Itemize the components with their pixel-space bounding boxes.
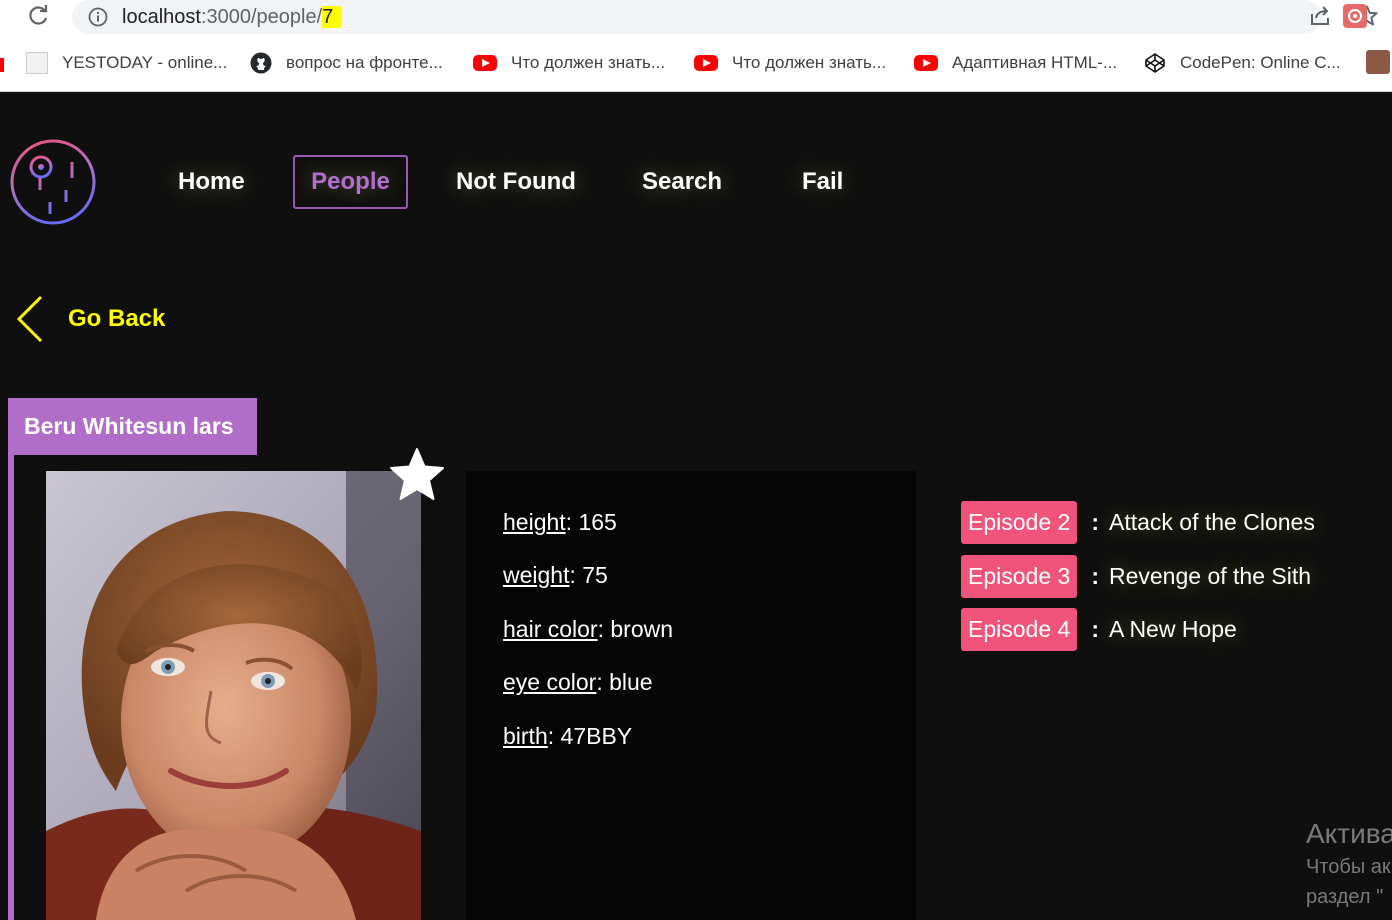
go-back-label: Go Back — [68, 305, 166, 332]
bookmark-label: CodePen: Online C... — [1180, 53, 1341, 72]
detail-value: : blue — [596, 669, 653, 695]
info-icon[interactable] — [88, 7, 108, 27]
detail-row: birth: 47BBY — [503, 723, 632, 750]
nav-not-found[interactable]: Not Found — [438, 155, 594, 209]
nav-search[interactable]: Search — [624, 155, 740, 209]
episode-badge: Episode 2 — [961, 501, 1078, 544]
bookmark-label: вопрос на фронте... — [286, 53, 443, 72]
os-activation-watermark-title: Актива — [1306, 818, 1392, 849]
bookmark-item[interactable]: Адаптивная HTML-... — [914, 50, 1117, 76]
share-icon[interactable] — [1308, 4, 1332, 28]
detail-key: hair color — [503, 616, 598, 642]
os-activation-watermark-line: Чтобы ак — [1306, 856, 1391, 878]
profile-avatar[interactable] — [1366, 50, 1390, 74]
url-highlight: 7 — [322, 6, 342, 28]
detail-key: weight — [503, 562, 570, 588]
episode-item[interactable]: Episode 4 : A New Hope — [961, 608, 1237, 651]
detail-value: : brown — [597, 616, 674, 642]
detail-row: hair color: brown — [503, 616, 673, 643]
episode-separator: : — [1091, 616, 1099, 642]
death-star-logo-icon[interactable] — [10, 138, 98, 226]
detail-key: height — [503, 509, 566, 535]
app-root: Home People Not Found Search Fail Go Bac… — [0, 92, 1392, 920]
bookmarks-bar: YESTODAY - online... вопрос на фронте...… — [0, 46, 1392, 80]
bookmark-item[interactable]: Что должен знать... — [694, 50, 886, 76]
detail-row: eye color: blue — [503, 669, 653, 696]
reload-icon[interactable] — [26, 4, 50, 28]
youtube-icon — [473, 55, 497, 71]
bookmark-label: YESTODAY - online... — [62, 53, 228, 72]
detail-row: height: 165 — [503, 509, 617, 536]
url-text[interactable]: localhost:3000/people/7 — [122, 6, 342, 29]
bookmark-label: Адаптивная HTML-... — [952, 53, 1118, 72]
episode-item[interactable]: Episode 3 : Revenge of the Sith — [961, 555, 1311, 598]
bookmark-item[interactable]: вопрос на фронте... — [250, 50, 443, 76]
page-icon — [26, 52, 48, 74]
nav-fail[interactable]: Fail — [784, 155, 861, 209]
bookmark-label: Что должен знать... — [732, 53, 887, 72]
url-path: :3000/people/ — [200, 6, 323, 28]
address-bar[interactable]: localhost:3000/people/7 — [72, 0, 1378, 34]
youtube-icon — [914, 55, 938, 71]
episode-title: A New Hope — [1108, 616, 1237, 642]
bookmark-label: Что должен знать... — [511, 53, 666, 72]
bookmark-item[interactable]: YESTODAY - online... — [26, 50, 227, 76]
detail-value: : 75 — [569, 562, 608, 588]
episode-badge: Episode 3 — [961, 555, 1078, 598]
detail-row: weight: 75 — [503, 562, 608, 589]
browser-chrome: localhost:3000/people/7 YESTODAY - onlin… — [0, 0, 1392, 92]
codepen-icon — [1145, 53, 1165, 73]
github-icon — [250, 52, 272, 74]
url-host: localhost — [122, 6, 201, 28]
bookmark-item[interactable]: CodePen: Online C... — [1144, 50, 1341, 76]
go-back-link[interactable]: Go Back — [16, 295, 165, 343]
nav-people[interactable]: People — [293, 155, 408, 209]
extension-icon[interactable] — [1342, 3, 1368, 29]
detail-value: : 165 — [565, 509, 617, 535]
bookmark-overflow-icon[interactable] — [0, 58, 4, 72]
episode-title: Revenge of the Sith — [1108, 563, 1312, 589]
youtube-icon — [694, 55, 718, 71]
detail-value: : 47BBY — [547, 723, 633, 749]
detail-key: eye color — [503, 669, 597, 695]
bookmark-item[interactable]: Что должен знать... — [473, 50, 665, 76]
card-left-border — [8, 454, 14, 920]
episode-badge: Episode 4 — [961, 608, 1078, 651]
episode-title: Attack of the Clones — [1108, 509, 1315, 535]
nav-home[interactable]: Home — [160, 155, 263, 209]
os-activation-watermark-line: раздел " — [1306, 886, 1384, 908]
episode-item[interactable]: Episode 2 : Attack of the Clones — [961, 501, 1315, 544]
chevron-left-icon — [16, 295, 43, 343]
person-details-panel: height: 165 weight: 75 hair color: brown… — [466, 471, 916, 920]
episode-separator: : — [1091, 509, 1099, 535]
detail-key: birth — [503, 723, 548, 749]
episode-separator: : — [1091, 563, 1099, 589]
person-name: Beru Whitesun lars — [8, 398, 257, 455]
person-photo — [46, 471, 421, 920]
favorite-star-icon[interactable] — [388, 446, 446, 504]
